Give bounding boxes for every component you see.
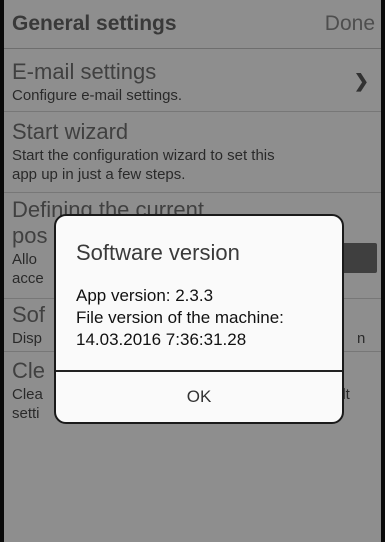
ok-button[interactable]: OK (56, 372, 342, 422)
file-version-value: 14.03.2016 7:36:31.28 (76, 330, 247, 349)
dialog-title: Software version (76, 240, 240, 265)
software-version-dialog: Software version App version: 2.3.3 File… (54, 214, 344, 424)
app-version-text: App version: 2.3.3 (76, 286, 214, 305)
settings-screen: General settings Done E-mail settings Co… (4, 0, 381, 542)
file-version-label: File version of the machine: (76, 308, 284, 327)
